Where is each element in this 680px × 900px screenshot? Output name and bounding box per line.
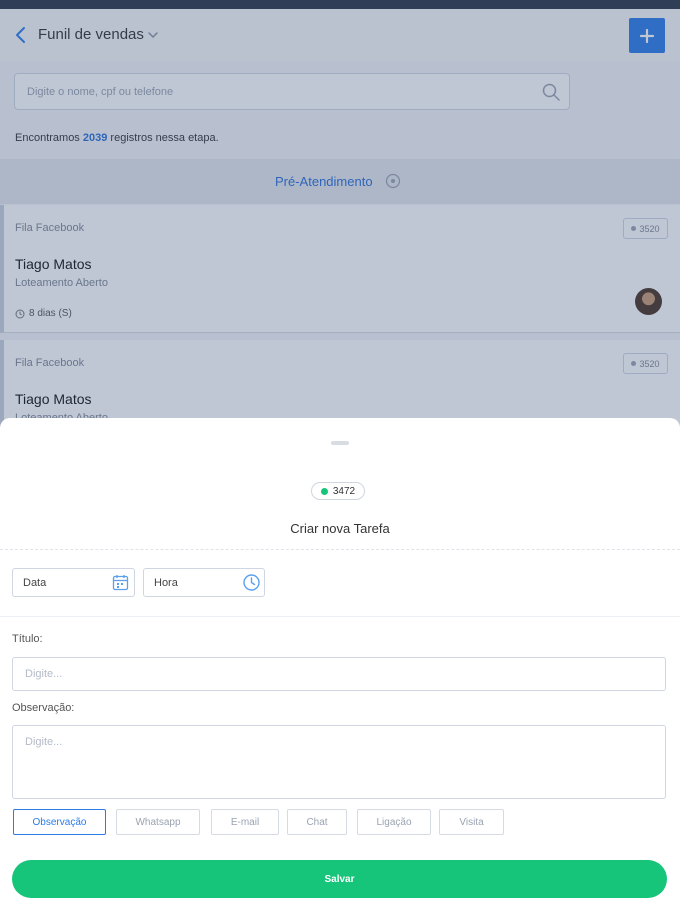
observacao-textarea[interactable] [12,725,666,799]
task-id: 3472 [332,485,356,497]
divider [0,616,680,617]
type-button-ligacao[interactable]: Ligação [357,809,431,835]
date-label: Data [23,577,47,589]
type-button-chat[interactable]: Chat [287,809,347,835]
time-field[interactable]: Hora [143,568,265,597]
create-task-sheet: 3472 Criar nova Tarefa Data Hora Título:… [0,418,680,900]
divider [0,549,680,550]
observacao-label: Observação: [12,702,75,714]
save-button[interactable]: Salvar [12,860,667,898]
type-button-email[interactable]: E-mail [211,809,279,835]
sheet-title: Criar nova Tarefa [290,521,390,536]
task-id-badge: 3472 [311,482,365,500]
hora-label: Hora [154,577,178,589]
type-button-whatsapp[interactable]: Whatsapp [116,809,200,835]
type-button-visita[interactable]: Visita [439,809,504,835]
drag-handle[interactable] [331,441,349,445]
date-field[interactable]: Data [12,568,135,597]
titulo-input[interactable] [12,657,666,691]
calendar-icon[interactable] [111,573,130,592]
clock-icon[interactable] [242,573,261,592]
status-dot-icon [320,487,328,495]
type-button-observacao[interactable]: Observação [13,809,106,835]
titulo-label: Título: [12,633,43,645]
